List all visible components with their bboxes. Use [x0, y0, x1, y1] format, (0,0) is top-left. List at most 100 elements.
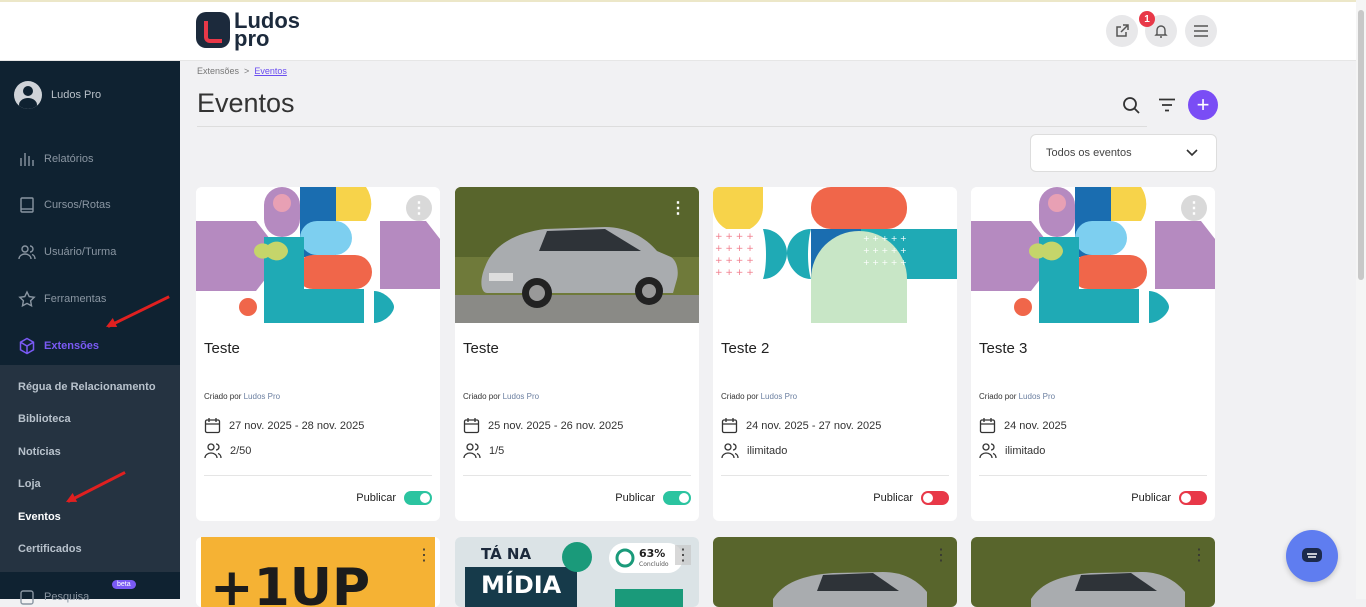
card-divider [204, 475, 432, 476]
card-options-button[interactable]: ⋮ [923, 195, 949, 221]
event-card[interactable]: ⋮ Teste Criado por Ludos Pro 27 nov. 202… [196, 187, 440, 521]
event-date-range: 27 nov. 2025 - 28 nov. 2025 [229, 419, 365, 432]
chevron-down-icon [1186, 149, 1198, 157]
event-cover-image: + + + + + + + + + + + + + + + + + + + + + + … [713, 187, 957, 323]
subitem-loja[interactable]: Loja [18, 478, 41, 490]
users-icon [18, 245, 36, 260]
sidebar-item-cursos[interactable]: Cursos/Rotas [18, 196, 111, 214]
card-options-button[interactable]: ⋮ [675, 545, 691, 565]
svg-text:+ + + + +: + + + + + [863, 246, 907, 255]
event-cover-image [713, 537, 957, 607]
subitem-noticias[interactable]: Notícias [18, 446, 61, 458]
author-name[interactable]: Ludos Pro [244, 392, 280, 401]
publish-label: Publicar [356, 492, 396, 504]
sidebar-item-label: Relatórios [44, 153, 94, 165]
sidebar-item-relatorios[interactable]: Relatórios [18, 150, 94, 168]
publish-toggle[interactable] [663, 491, 691, 505]
survey-icon [20, 590, 34, 605]
subitem-certificados[interactable]: Certificados [18, 543, 82, 555]
sidebar-item-extensoes[interactable]: Extensões [18, 337, 99, 355]
subitem-eventos[interactable]: Eventos [18, 511, 61, 523]
cube-icon [19, 337, 35, 355]
event-cover-image [971, 187, 1215, 323]
external-link-icon [1116, 24, 1129, 37]
breadcrumb-parent[interactable]: Extensões [197, 66, 239, 76]
hamburger-icon [1194, 25, 1208, 37]
svg-text:+ + + + +: + + + + + [863, 258, 907, 267]
star-icon [18, 290, 36, 308]
kebab-icon: ⋮ [411, 200, 427, 217]
event-cover-image: TÁ NA MÍDIA 63% Concluído [455, 537, 699, 607]
event-card[interactable]: ⋮ Teste 3 Criado por Ludos Pro 24 nov. 2… [971, 187, 1215, 521]
event-card[interactable]: ⋮ [971, 537, 1215, 607]
ludos-logo[interactable]: Ludos pro [196, 10, 300, 50]
progress-status: Concluído [639, 561, 669, 568]
add-event-button[interactable]: + [1188, 90, 1218, 120]
sidebar-user[interactable]: Ludos Pro [14, 81, 101, 109]
svg-text:+ + + + +: + + + + + [863, 234, 907, 243]
chart-icon [20, 153, 34, 166]
sidebar: Ludos Pro Relatórios Cursos/Rotas Usuári… [0, 61, 180, 605]
event-card[interactable]: ⋮ Teste Criado por Ludos Pro 25 nov. 202… [455, 187, 699, 521]
sidebar-item-usuarios[interactable]: Usuário/Turma [18, 243, 116, 261]
publish-label: Publicar [1131, 492, 1171, 504]
subitem-regua[interactable]: Régua de Relacionamento [18, 381, 156, 393]
subitem-biblioteca[interactable]: Biblioteca [18, 413, 71, 425]
calendar-icon [721, 418, 738, 434]
calendar-icon [979, 418, 996, 434]
capacity-value: ilimitado [747, 444, 788, 457]
capacity-value: 1/5 [489, 444, 505, 457]
event-capacity: ilimitado [979, 442, 1045, 459]
event-card[interactable]: ⋮ [713, 537, 957, 607]
event-card[interactable]: +1UP ⋮ [196, 537, 440, 607]
svg-text:+ + + +: + + + + [715, 268, 754, 278]
breadcrumb: Extensões > Eventos [197, 66, 287, 76]
card-options-button[interactable]: ⋮ [665, 195, 691, 221]
event-title: Teste 3 [979, 340, 1028, 357]
card-divider [721, 475, 949, 476]
card-options-button[interactable]: ⋮ [1191, 545, 1207, 565]
filter-button[interactable] [1158, 98, 1176, 117]
author-name[interactable]: Ludos Pro [761, 392, 797, 401]
users-icon [721, 443, 739, 459]
publish-label: Publicar [873, 492, 913, 504]
event-author: Criado por Ludos Pro [463, 392, 539, 401]
publish-label: Publicar [615, 492, 655, 504]
menu-button[interactable] [1185, 15, 1217, 47]
card-options-button[interactable]: ⋮ [933, 545, 949, 565]
event-capacity: 2/50 [204, 442, 251, 459]
event-card[interactable]: TÁ NA MÍDIA 63% Concluído ⋮ [455, 537, 699, 607]
kebab-icon: ⋮ [1191, 547, 1207, 564]
kebab-icon: ⋮ [670, 200, 686, 217]
card-options-button[interactable]: ⋮ [406, 195, 432, 221]
cover-text: TÁ NA [481, 544, 531, 563]
author-name[interactable]: Ludos Pro [503, 392, 539, 401]
event-cover-image [196, 187, 440, 323]
scrollbar-thumb[interactable] [1358, 10, 1364, 280]
card-options-button[interactable]: ⋮ [1181, 195, 1207, 221]
external-link-button[interactable] [1106, 15, 1138, 47]
kebab-icon: ⋮ [675, 547, 691, 564]
notification-badge: 1 [1139, 11, 1155, 27]
search-button[interactable] [1122, 96, 1140, 119]
publish-toggle[interactable] [404, 491, 432, 505]
card-options-button[interactable]: ⋮ [416, 545, 432, 565]
publish-toggle[interactable] [1179, 491, 1207, 505]
event-author: Criado por Ludos Pro [979, 392, 1055, 401]
events-filter-select[interactable]: Todos os eventos [1030, 134, 1217, 172]
author-name[interactable]: Ludos Pro [1019, 392, 1055, 401]
breadcrumb-current[interactable]: Eventos [254, 66, 287, 76]
page-scrollbar[interactable] [1356, 0, 1366, 599]
event-author: Criado por Ludos Pro [721, 392, 797, 401]
sidebar-item-ferramentas[interactable]: Ferramentas [18, 290, 106, 308]
event-author: Criado por Ludos Pro [204, 392, 280, 401]
event-card[interactable]: + + + + + + + + + + + + + + + + + + + + + + … [713, 187, 957, 521]
sidebar-item-pesquisa[interactable]: Pesquisa [18, 588, 89, 606]
chat-button[interactable] [1286, 530, 1338, 582]
publish-toggle[interactable] [921, 491, 949, 505]
users-icon [979, 443, 997, 459]
notifications-button[interactable]: 1 [1139, 11, 1177, 47]
sidebar-item-label: Pesquisa [44, 591, 90, 603]
breadcrumb-separator: > [241, 66, 252, 76]
extensions-submenu: Régua de Relacionamento Biblioteca Notíc… [0, 365, 180, 572]
